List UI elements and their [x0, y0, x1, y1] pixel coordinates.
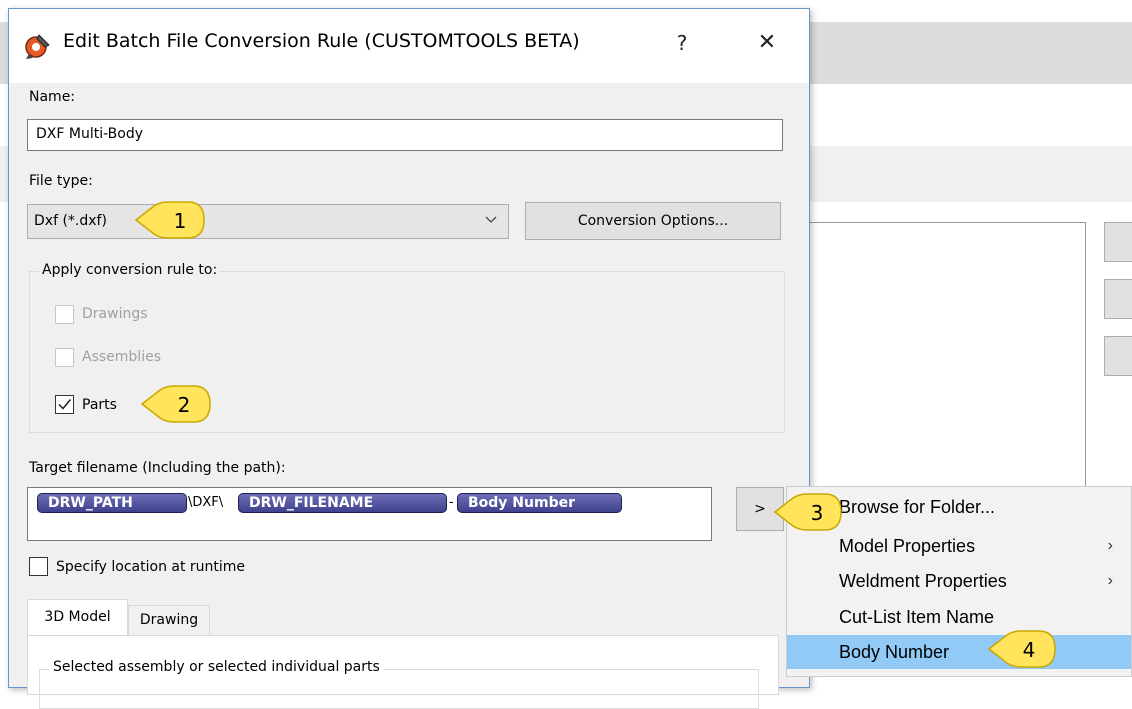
app-side-button[interactable] [1104, 279, 1132, 319]
app-logo-icon [25, 34, 50, 59]
name-label: Name: [29, 89, 76, 105]
target-filename-label: Target filename (Including the path): [29, 460, 286, 476]
callout-2: 2 [140, 385, 211, 423]
token-drw-path[interactable]: DRW_PATH [37, 493, 187, 513]
drawings-checkbox[interactable] [55, 305, 74, 324]
dialog-titlebar: Edit Batch File Conversion Rule (CUSTOMT… [9, 9, 809, 83]
name-input[interactable]: DXF Multi-Body [27, 119, 783, 151]
runtime-location-checkbox[interactable] [29, 557, 48, 576]
file-type-select[interactable]: Dxf (*.dxf) [27, 204, 509, 239]
menu-item-weldment-properties[interactable]: Weldment Properties › [787, 565, 1131, 597]
parts-checkbox[interactable] [55, 395, 74, 414]
close-button[interactable]: ✕ [749, 27, 785, 59]
tab-drawing[interactable]: Drawing [128, 605, 210, 635]
edit-rule-dialog: Edit Batch File Conversion Rule (CUSTOMT… [8, 8, 810, 709]
menu-item-label: Model Properties [839, 536, 976, 556]
help-button[interactable]: ? [667, 27, 697, 59]
callout-number: 2 [178, 393, 191, 417]
callout-3: 3 [773, 493, 842, 531]
path-separator: - [449, 495, 454, 510]
menu-item-label: Browse for Folder... [839, 497, 996, 517]
selection-group-box [39, 669, 759, 709]
assemblies-label: Assemblies [82, 349, 161, 365]
callout-number: 4 [1023, 638, 1036, 662]
token-body-number[interactable]: Body Number [457, 493, 622, 513]
runtime-location-label: Specify location at runtime [56, 559, 246, 575]
app-list-box [790, 222, 1086, 512]
apply-group-label: Apply conversion rule to: [39, 262, 221, 278]
selection-group-label: Selected assembly or selected individual… [49, 659, 384, 675]
drawings-label: Drawings [82, 306, 148, 322]
tab-3d-model[interactable]: 3D Model [27, 599, 128, 635]
chevron-down-icon[interactable] [483, 212, 499, 228]
chevron-right-icon: › [1107, 537, 1113, 554]
menu-item-label: Weldment Properties [839, 571, 1007, 591]
menu-item-model-properties[interactable]: Model Properties › [787, 530, 1131, 562]
app-side-button[interactable] [1104, 222, 1132, 262]
callout-1: 1 [134, 201, 205, 239]
dialog-title: Edit Batch File Conversion Rule (CUSTOMT… [63, 30, 580, 52]
callout-number: 3 [811, 501, 824, 525]
target-filename-input[interactable]: DRW_PATH \DXF\ DRW_FILENAME - Body Numbe… [27, 487, 712, 541]
checkmark-icon [58, 399, 72, 410]
conversion-options-button[interactable]: Conversion Options... [525, 202, 781, 240]
menu-item-label: Cut-List Item Name [839, 607, 995, 627]
assemblies-checkbox[interactable] [55, 348, 74, 367]
file-type-label: File type: [29, 173, 93, 189]
menu-item-body-number[interactable]: Body Number [787, 635, 1131, 669]
menu-item-label: Body Number [839, 642, 950, 662]
app-side-button[interactable] [1104, 336, 1132, 376]
path-separator: \DXF\ [188, 495, 224, 510]
callout-4: 4 [987, 630, 1056, 668]
menu-item-cut-list-item-name[interactable]: Cut-List Item Name [787, 601, 1131, 633]
callout-number: 1 [174, 209, 187, 233]
parts-label: Parts [82, 397, 117, 413]
token-drw-filename[interactable]: DRW_FILENAME [238, 493, 447, 513]
chevron-right-icon: › [1107, 572, 1113, 589]
